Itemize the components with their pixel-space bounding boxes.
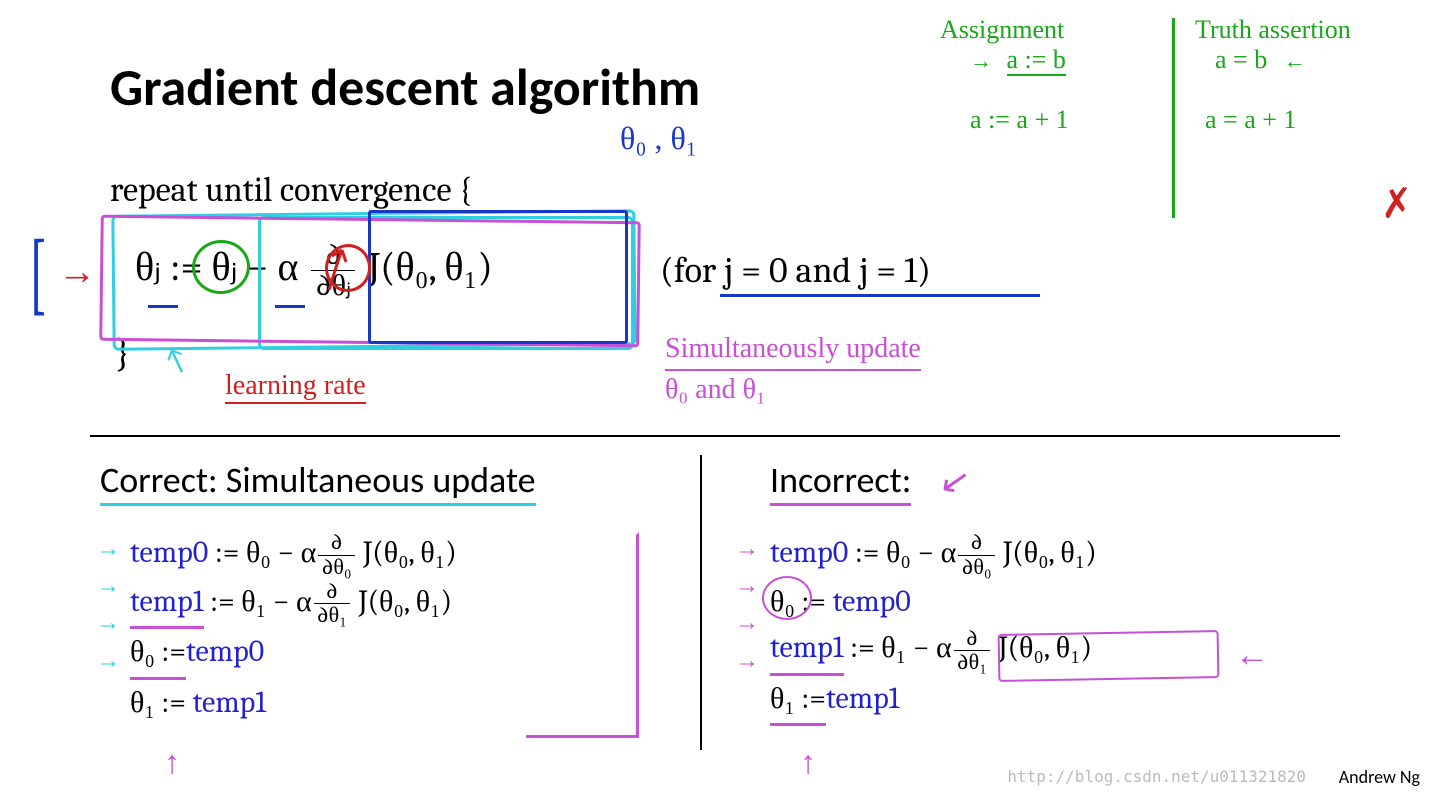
magenta-bracket [526, 532, 639, 738]
blue-brace-icon: [ [28, 222, 47, 326]
incorrect-heading: Incorrect: [770, 458, 911, 506]
sim-update-line1: Simultaneously update [665, 330, 921, 371]
green-separator-line [1172, 18, 1175, 218]
truth-assertion-notes: Truth assertion a = b ← a = a + 1 [1195, 15, 1351, 135]
blue-underline-for [720, 294, 1040, 297]
incorrect-eq-2: θ₀ := temp0 [770, 579, 1097, 626]
blue-underline-2 [275, 305, 305, 308]
correct-eq-4: θ₁ := temp1 [130, 680, 457, 727]
cyan-arrow-2: → [96, 568, 120, 605]
slide-title: Gradient descent algorithm [110, 55, 700, 119]
green-arrow-left-icon: ← [1284, 48, 1306, 73]
correct-equations: temp0 := θ₀ − α∂∂θ₀ J(θ₀, θ₁) temp1 := θ… [130, 530, 457, 726]
correct-eq-3: θ₀ := temp0 [130, 629, 457, 680]
magenta-down-arrow-icon: ↙ [937, 458, 974, 505]
sim-update-line2: θ₀ and θ₁ [665, 374, 766, 405]
incorrect-equations: temp0 := θ₀ − α∂∂θ₀ J(θ₀, θ₁) θ₀ := temp… [770, 530, 1097, 726]
incorrect-eq-1: temp0 := θ₀ − α∂∂θ₀ J(θ₀, θ₁) [770, 530, 1097, 579]
mag-arrow-3: → [735, 605, 759, 642]
learning-rate-label: learning rate [225, 370, 366, 404]
vertical-divider [700, 455, 702, 750]
author-credit: Andrew Ng [1339, 766, 1420, 788]
for-j-text: (for j = 0 and j = 1) [660, 250, 931, 291]
correct-eq-2: temp1 := θ₁ − α∂∂θ₁ J(θ₀, θ₁) [130, 579, 457, 630]
magenta-box-gradient-term [998, 630, 1220, 682]
mag-arrow-2: → [735, 568, 759, 605]
magenta-arrow-left-icon: ← [1235, 637, 1269, 675]
magenta-circle-theta0 [762, 576, 812, 620]
green-arrow-icon: → [970, 48, 992, 73]
red-x-icon: ✗ [1378, 179, 1415, 229]
horizontal-divider [90, 435, 1340, 437]
truth-example-2: a = a + 1 [1205, 105, 1296, 134]
incorrect-eq-4: θ₁ := temp1 [770, 676, 1097, 727]
red-arrow-to-alpha-icon [300, 242, 415, 290]
red-arrow-icon: → [58, 250, 96, 294]
magenta-up-arrow-left-icon: ↑ [164, 744, 180, 781]
cyan-step-arrows: → → → → [96, 531, 120, 680]
assignment-example-1: → a := b [970, 45, 1066, 74]
repeat-until-line: repeat until convergence { [110, 170, 472, 210]
mag-arrow-4: → [735, 643, 759, 680]
correct-eq-1: temp0 := θ₀ − α∂∂θ₀ J(θ₀, θ₁) [130, 530, 457, 579]
truth-example-1: a = b ← [1215, 45, 1306, 74]
truth-heading: Truth assertion [1195, 15, 1351, 44]
magenta-up-arrow-right-icon: ↑ [800, 744, 816, 781]
magenta-step-arrows: → → → → [735, 531, 759, 680]
theta-handwritten-note: θ₀ , θ₁ [620, 120, 697, 157]
assignment-notes: Assignment → a := b a := a + 1 [940, 15, 1069, 135]
learning-rate-text: learning rate [225, 370, 366, 404]
cyan-arrow-3: → [96, 605, 120, 642]
cyan-arrow-1: → [96, 531, 120, 568]
slide: Gradient descent algorithm repeat until … [0, 0, 1436, 798]
blue-underline-1 [148, 305, 178, 308]
assignment-heading: Assignment [940, 15, 1064, 44]
correct-heading: Correct: Simultaneous update [100, 458, 536, 506]
simultaneous-update-note: Simultaneously update θ₀ and θ₁ [665, 330, 921, 409]
cyan-arrow-4: → [96, 643, 120, 680]
assignment-example-2: a := a + 1 [970, 105, 1069, 134]
watermark-url: http://blog.csdn.net/u011321820 [1007, 767, 1306, 786]
mag-arrow-1: → [735, 531, 759, 568]
